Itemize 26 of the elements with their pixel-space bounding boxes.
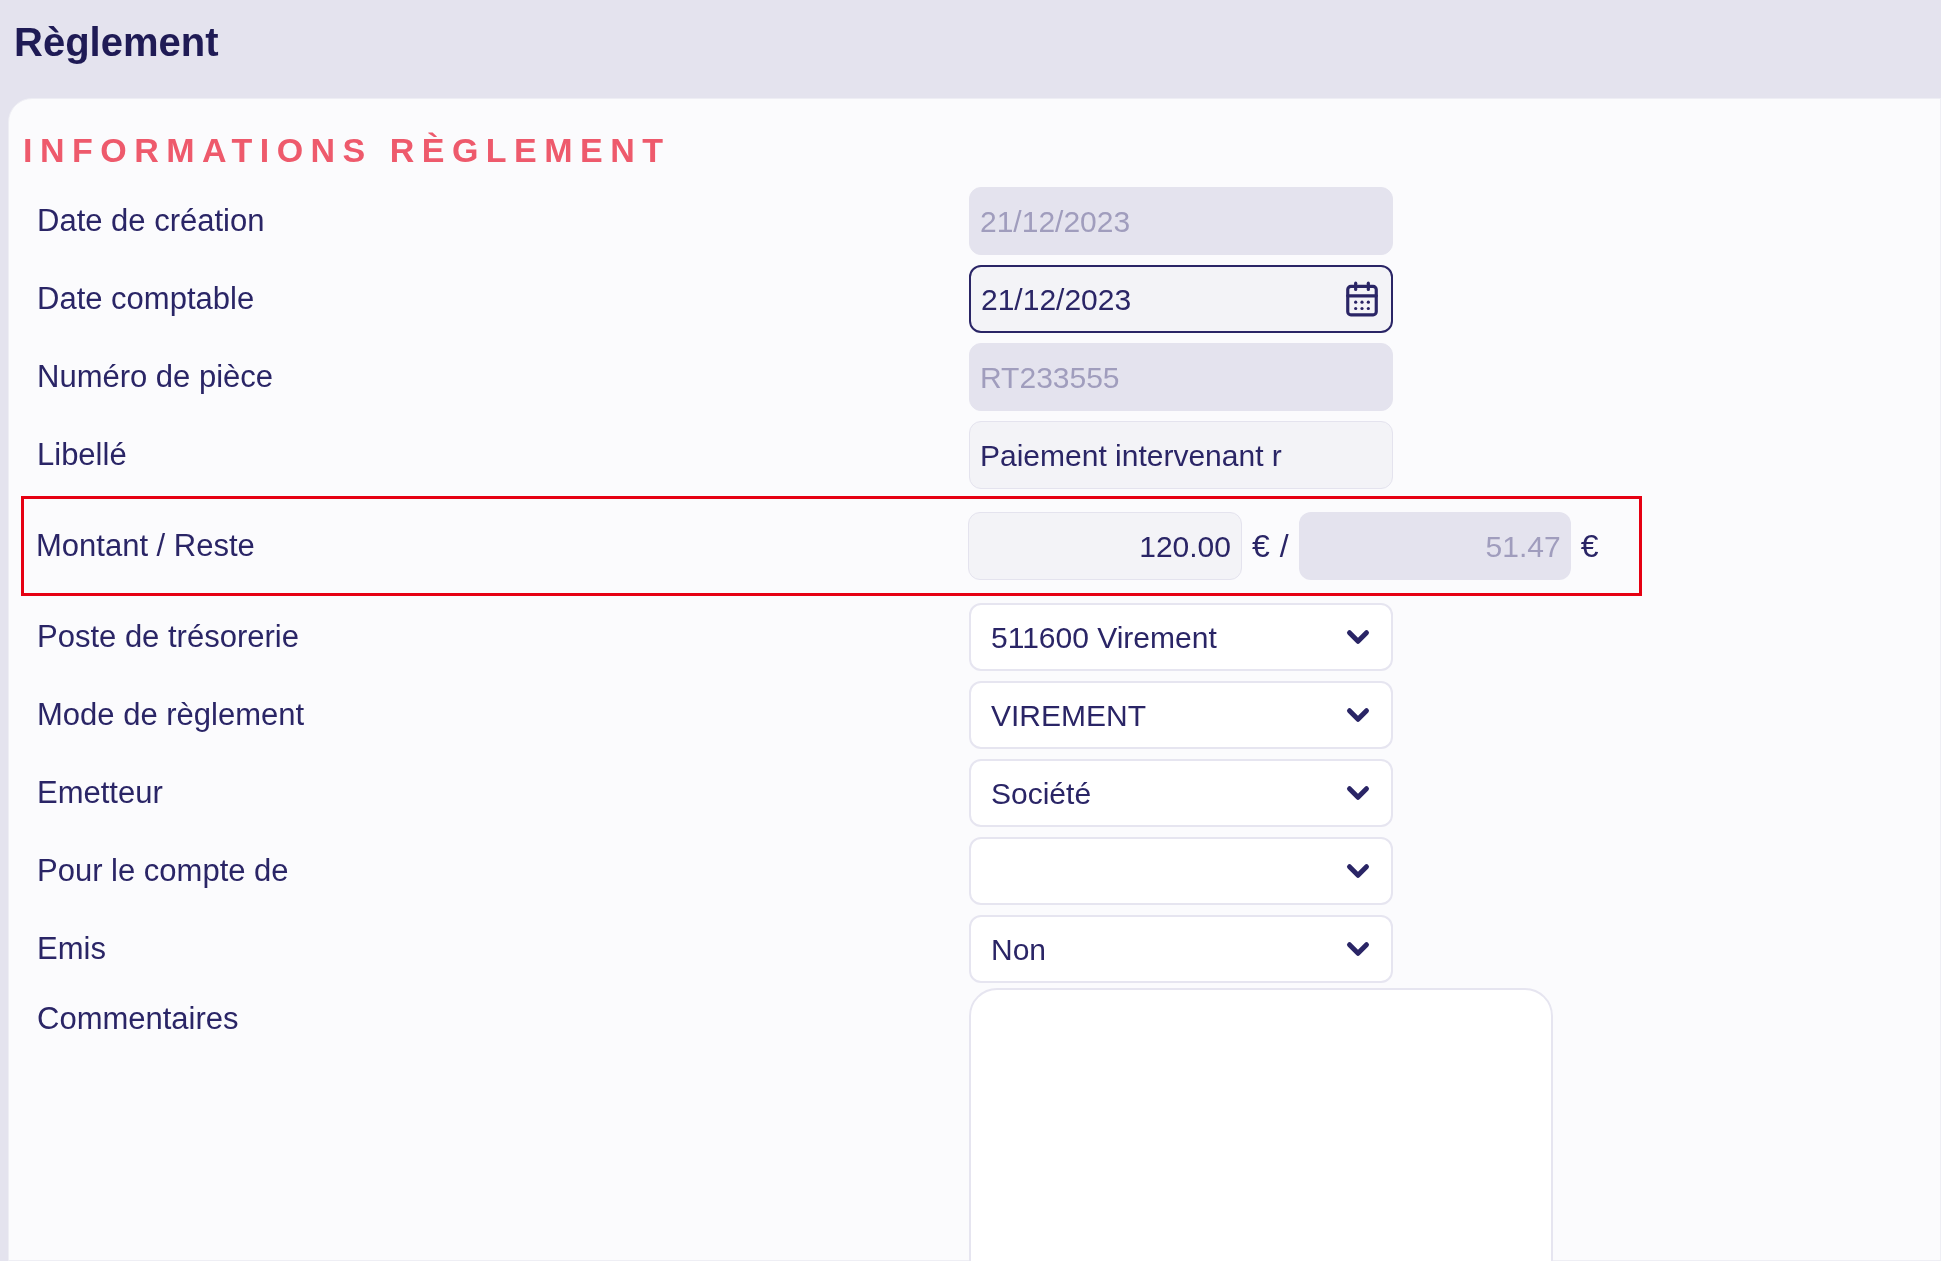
field-label: Libellé: [37, 435, 128, 474]
select-field[interactable]: Non: [969, 915, 1393, 983]
field-label: Emetteur: [37, 773, 164, 812]
field-label: Mode de règlement: [37, 695, 306, 734]
select-field[interactable]: 511600 Virement: [969, 603, 1393, 671]
field-label: Emis: [37, 929, 107, 968]
separator-label: /: [1279, 527, 1289, 566]
currency-label: €: [1252, 527, 1270, 566]
comment-textarea[interactable]: [969, 988, 1553, 1261]
page-title: Règlement: [14, 19, 219, 66]
currency-label: €: [1580, 527, 1599, 566]
field-label: Date de création: [37, 201, 266, 240]
amount-field[interactable]: 120.00: [968, 512, 1242, 580]
text-field[interactable]: Paiement intervenant r: [969, 421, 1393, 489]
date-field[interactable]: 21/12/2023: [969, 265, 1393, 333]
select-field[interactable]: [969, 837, 1393, 905]
section-title: INFORMATIONS RÈGLEMENT: [23, 130, 672, 171]
field-label: Poste de trésorerie: [37, 617, 300, 656]
field-label: Pour le compte de: [37, 851, 290, 890]
field-label: Commentaires: [37, 1000, 240, 1038]
calendar-icon[interactable]: [1343, 280, 1381, 318]
field-label: Numéro de pièce: [37, 357, 275, 396]
select-field[interactable]: Société: [969, 759, 1393, 827]
select-field[interactable]: VIREMENT: [969, 681, 1393, 749]
field-label: Date comptable: [37, 279, 256, 318]
field-label: Montant / Reste: [36, 526, 256, 565]
